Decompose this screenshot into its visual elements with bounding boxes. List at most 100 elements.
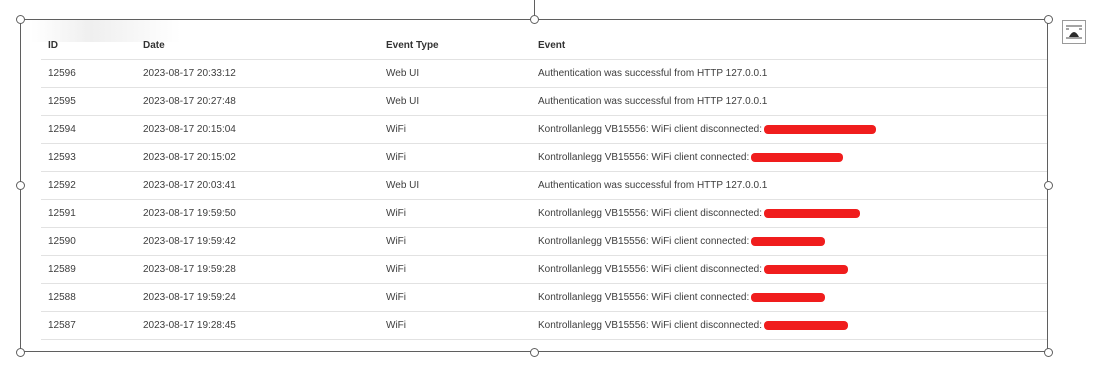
resize-handle-middle-left[interactable] [16, 181, 25, 190]
header-event[interactable]: Event [531, 32, 1047, 60]
row-id-text: 12588 [48, 292, 76, 303]
table-row[interactable]: 12596 2023-08-17 20:33:12 Web UI Authentica… [41, 59, 1047, 88]
row-event-text: Kontrollanlegg VB15556: WiFi client conn… [538, 152, 750, 163]
resize-handle-top-right[interactable] [1044, 15, 1053, 24]
row-event-type-text: Web UI [386, 96, 420, 107]
table-row[interactable]: 12594 2023-08-17 20:15:04 WiFi Kontrollanle… [41, 115, 1047, 144]
row-id-text: 12589 [48, 264, 76, 275]
redaction-mark [751, 292, 826, 302]
row-event: Authentication was successful from HTTP … [531, 59, 1047, 88]
row-date-text: 2023-08-17 19:59:28 [143, 264, 236, 275]
row-event-type-text: WiFi [386, 292, 406, 303]
table-row[interactable]: 12590 2023-08-17 19:59:42 WiFi Kontrollanle… [41, 227, 1047, 256]
row-id-text: 12587 [48, 320, 76, 331]
row-date-text: 2023-08-17 20:15:02 [143, 152, 236, 163]
resize-handle-bottom-left[interactable] [16, 348, 25, 357]
row-id-text: 12596 [48, 68, 76, 79]
row-event: Kontrollanlegg VB15556: WiFi client disc… [531, 255, 1047, 284]
header-event-type[interactable]: Event Type [379, 32, 531, 60]
row-event-type: WiFi [379, 311, 531, 340]
row-event-text: Authentication was successful from HTTP … [538, 96, 768, 107]
row-event-type: WiFi [379, 115, 531, 144]
row-date: 2023-08-17 20:15:02 [136, 143, 379, 172]
table-row[interactable]: 12589 2023-08-17 19:59:28 WiFi Kontrollanle… [41, 255, 1047, 284]
row-id: 12593 [41, 143, 136, 172]
row-event: Kontrollanlegg VB15556: WiFi client conn… [531, 143, 1047, 172]
embedded-screenshot[interactable]: ID Date Event Type Event 12596 2023-08-17… [21, 20, 1047, 351]
redaction-mark [751, 152, 844, 162]
layout-options-icon [1066, 25, 1082, 39]
row-event-type-text: WiFi [386, 236, 406, 247]
row-event-text: Kontrollanlegg VB15556: WiFi client disc… [538, 124, 763, 135]
table-row[interactable]: 12592 2023-08-17 20:03:41 Web UI Authentica… [41, 171, 1047, 200]
header-id[interactable]: ID [41, 32, 136, 60]
resize-handle-middle-right[interactable] [1044, 181, 1053, 190]
resize-handle-bottom-right[interactable] [1044, 348, 1053, 357]
row-date-text: 2023-08-17 19:59:50 [143, 208, 236, 219]
redaction-mark [751, 236, 826, 246]
table-row[interactable]: 12591 2023-08-17 19:59:50 WiFi Kontrollanle… [41, 199, 1047, 228]
row-event-type: WiFi [379, 255, 531, 284]
row-date-text: 2023-08-17 19:59:24 [143, 292, 236, 303]
table-row[interactable]: 12593 2023-08-17 20:15:02 WiFi Kontrollanle… [41, 143, 1047, 172]
table-header-row: ID Date Event Type Event [41, 32, 1047, 60]
row-id: 12592 [41, 171, 136, 200]
row-date-text: 2023-08-17 19:59:42 [143, 236, 236, 247]
row-id-text: 12593 [48, 152, 76, 163]
row-date: 2023-08-17 19:59:42 [136, 227, 379, 256]
row-date-text: 2023-08-17 20:27:48 [143, 96, 236, 107]
row-date: 2023-08-17 20:33:12 [136, 59, 379, 88]
row-date-text: 2023-08-17 20:33:12 [143, 68, 236, 79]
row-id: 12587 [41, 311, 136, 340]
row-event-text: Kontrollanlegg VB15556: WiFi client disc… [538, 264, 763, 275]
layout-options-button[interactable] [1062, 20, 1086, 44]
row-event: Kontrollanlegg VB15556: WiFi client conn… [531, 283, 1047, 312]
row-date: 2023-08-17 19:59:24 [136, 283, 379, 312]
row-event: Authentication was successful from HTTP … [531, 171, 1047, 200]
row-event-text: Kontrollanlegg VB15556: WiFi client disc… [538, 320, 763, 331]
row-id-text: 12591 [48, 208, 76, 219]
row-id: 12594 [41, 115, 136, 144]
redaction-mark [764, 320, 849, 330]
row-date: 2023-08-17 19:59:50 [136, 199, 379, 228]
row-event-type: WiFi [379, 283, 531, 312]
row-event-type-text: WiFi [386, 124, 406, 135]
row-event-type: WiFi [379, 227, 531, 256]
row-event-text: Kontrollanlegg VB15556: WiFi client disc… [538, 208, 763, 219]
row-event-type: Web UI [379, 171, 531, 200]
row-event-type-text: WiFi [386, 152, 406, 163]
row-id-text: 12595 [48, 96, 76, 107]
row-event-type-text: WiFi [386, 320, 406, 331]
row-event-type-text: Web UI [386, 68, 420, 79]
resize-handle-bottom-middle[interactable] [530, 348, 539, 357]
row-id-text: 12590 [48, 236, 76, 247]
row-event-text: Kontrollanlegg VB15556: WiFi client conn… [538, 236, 750, 247]
row-event: Authentication was successful from HTTP … [531, 87, 1047, 116]
redaction-mark [764, 264, 849, 274]
table-row[interactable]: 12588 2023-08-17 19:59:24 WiFi Kontrollanle… [41, 283, 1047, 312]
row-event-type-text: WiFi [386, 208, 406, 219]
row-event-type-text: Web UI [386, 180, 420, 191]
row-event-text: Authentication was successful from HTTP … [538, 68, 768, 79]
row-id: 12591 [41, 199, 136, 228]
row-date: 2023-08-17 19:28:45 [136, 311, 379, 340]
row-date: 2023-08-17 20:15:04 [136, 115, 379, 144]
row-date: 2023-08-17 19:59:28 [136, 255, 379, 284]
row-id-text: 12594 [48, 124, 76, 135]
row-event-type: WiFi [379, 143, 531, 172]
table-row[interactable]: 12587 2023-08-17 19:28:45 WiFi Kontrollanle… [41, 311, 1047, 340]
row-event: Kontrollanlegg VB15556: WiFi client disc… [531, 115, 1047, 144]
row-id: 12588 [41, 283, 136, 312]
rotate-handle-top[interactable] [530, 15, 539, 24]
redaction-mark [764, 208, 861, 218]
row-event: Kontrollanlegg VB15556: WiFi client disc… [531, 311, 1047, 340]
table-row[interactable]: 12595 2023-08-17 20:27:48 Web UI Authentica… [41, 87, 1047, 116]
row-event-text: Authentication was successful from HTTP … [538, 180, 768, 191]
row-id: 12596 [41, 59, 136, 88]
header-date[interactable]: Date [136, 32, 379, 60]
row-event: Kontrollanlegg VB15556: WiFi client conn… [531, 227, 1047, 256]
redaction-mark [764, 124, 877, 134]
resize-handle-top-left[interactable] [16, 15, 25, 24]
row-id-text: 12592 [48, 180, 76, 191]
row-id: 12595 [41, 87, 136, 116]
